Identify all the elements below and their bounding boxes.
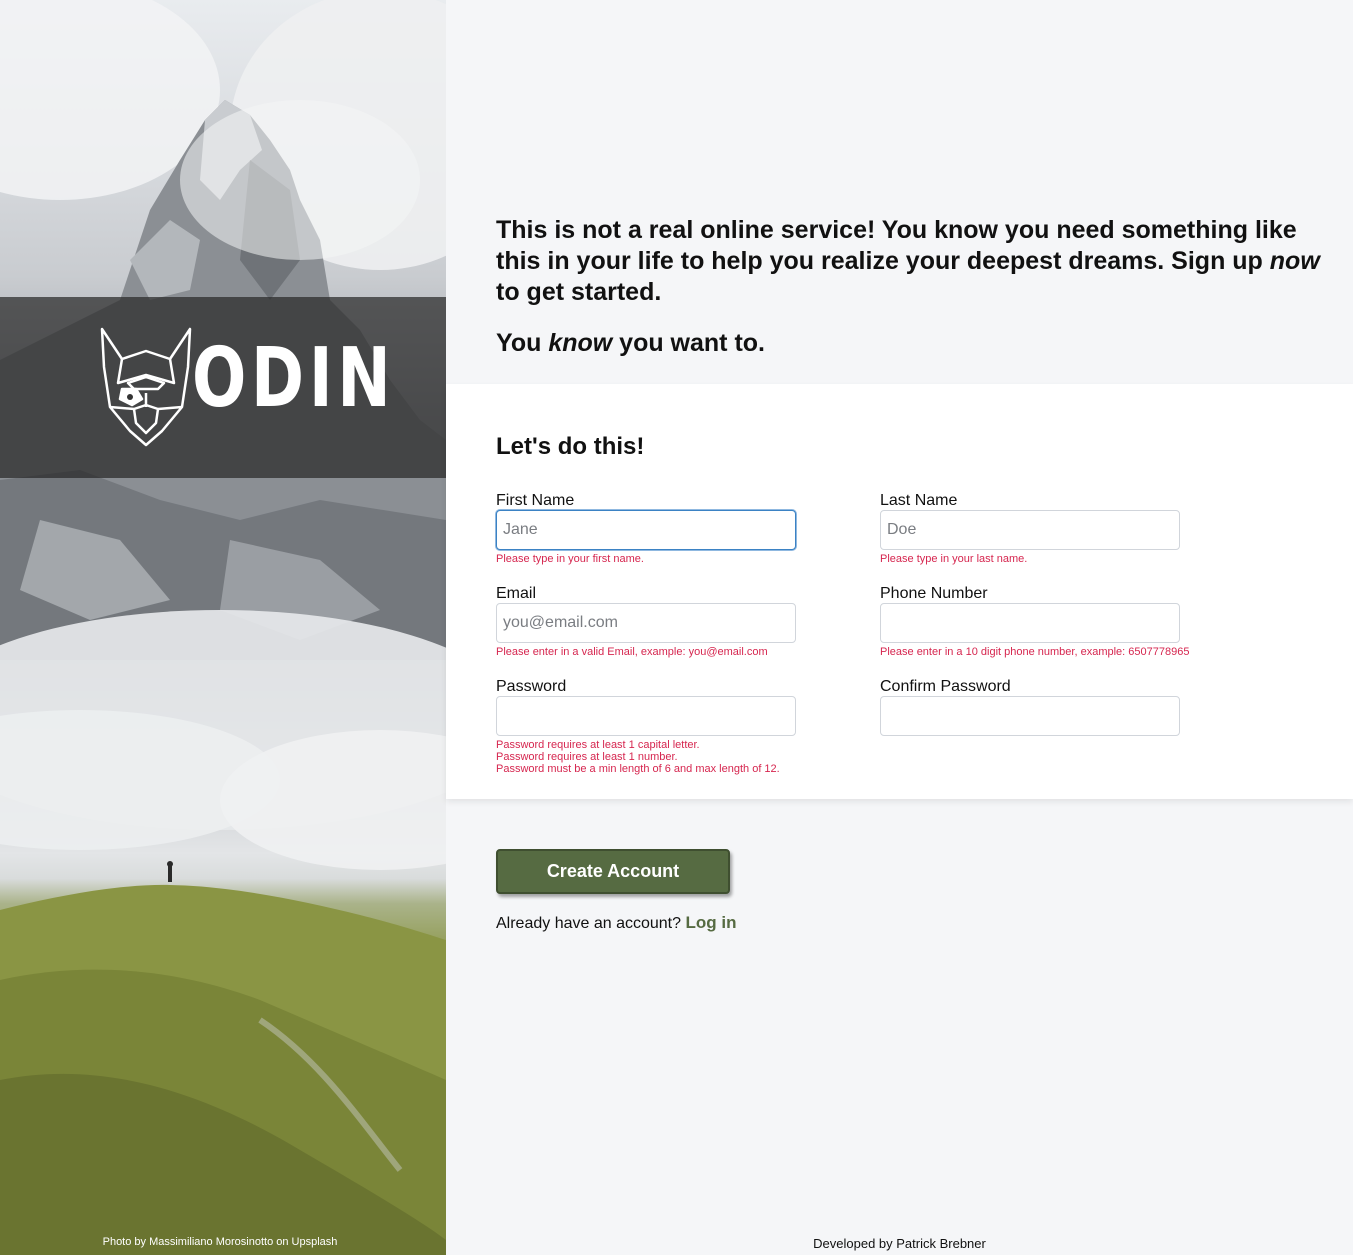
last-name-error: Please type in your last name. xyxy=(880,553,1028,565)
intro-tagline: You know you want to. xyxy=(496,328,1326,359)
intro-tagline-emphasis: know xyxy=(548,329,613,357)
first-name-field: First Name Please type in your first nam… xyxy=(496,492,816,565)
intro-pitch: This is not a real online service! You k… xyxy=(496,215,1326,308)
phone-error: Please enter in a 10 digit phone number,… xyxy=(880,646,1190,658)
confirm-password-input[interactable] xyxy=(880,696,1180,736)
photo-credit: Photo by Massimiliano Morosinotto on Ups… xyxy=(102,1236,338,1248)
password-input[interactable] xyxy=(496,696,796,736)
intro-tagline-part: you want to. xyxy=(612,329,765,357)
password-error: Password requires at least 1 number. xyxy=(496,751,678,763)
intro-pitch-emphasis: now xyxy=(1269,247,1320,275)
last-name-field: Last Name Please type in your last name. xyxy=(880,492,1200,565)
last-name-input[interactable] xyxy=(880,510,1180,550)
odin-viking-logo-icon xyxy=(100,327,192,447)
signup-form: Let's do this! First Name Please type in… xyxy=(446,384,1353,799)
intro-pitch-part: This is not a real online service! You k… xyxy=(496,216,1297,275)
create-account-button[interactable]: Create Account xyxy=(496,849,730,894)
developer-credit: Developed by Patrick Brebner xyxy=(813,1236,986,1251)
hero-photo-panel: ODIN Photo by Massimiliano Morosinotto o… xyxy=(0,0,446,1255)
logo-wordmark: ODIN xyxy=(192,331,396,426)
email-field: Email Please enter in a valid Email, exa… xyxy=(496,585,816,658)
intro-text: This is not a real online service! You k… xyxy=(496,215,1326,359)
confirm-password-label: Confirm Password xyxy=(880,678,1011,695)
phone-field: Phone Number Please enter in a 10 digit … xyxy=(880,585,1200,658)
intro-pitch-part: to get started. xyxy=(496,278,662,306)
mountain-photo xyxy=(0,0,446,1255)
first-name-input[interactable] xyxy=(496,510,796,550)
password-error: Password must be a min length of 6 and m… xyxy=(496,763,780,775)
password-error: Password requires at least 1 capital let… xyxy=(496,739,700,751)
phone-label: Phone Number xyxy=(880,585,988,602)
confirm-password-field: Confirm Password xyxy=(880,678,1200,736)
login-prompt: Already have an account? Log in xyxy=(496,913,736,933)
email-label: Email xyxy=(496,585,537,602)
login-prompt-text: Already have an account? xyxy=(496,915,682,932)
email-error: Please enter in a valid Email, example: … xyxy=(496,646,768,658)
phone-input[interactable] xyxy=(880,603,1180,643)
first-name-error: Please type in your first name. xyxy=(496,553,644,565)
password-field: Password Password requires at least 1 ca… xyxy=(496,678,816,775)
last-name-label: Last Name xyxy=(880,492,958,509)
main-content: This is not a real online service! You k… xyxy=(446,0,1353,1255)
login-link[interactable]: Log in xyxy=(685,913,736,932)
intro-tagline-part: You xyxy=(496,329,549,357)
first-name-label: First Name xyxy=(496,492,575,509)
password-label: Password xyxy=(496,678,567,695)
form-title: Let's do this! xyxy=(496,433,645,460)
email-input[interactable] xyxy=(496,603,796,643)
